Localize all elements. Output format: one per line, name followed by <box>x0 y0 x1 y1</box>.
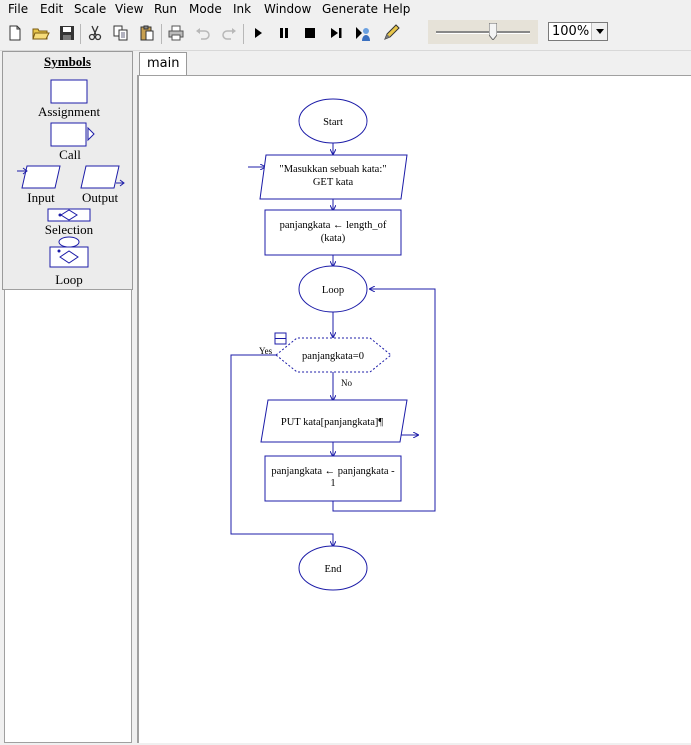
call-symbol[interactable] <box>50 122 95 147</box>
input-get-text: GET kata <box>313 177 354 188</box>
menu-scale[interactable]: Scale <box>72 1 108 17</box>
menu-bar: File Edit Scale View Run Mode Ink Window… <box>0 0 691 18</box>
tab-main[interactable]: main <box>139 52 187 75</box>
assignment-decrement-line1: panjangkata ← panjangkata - <box>271 466 395 477</box>
input-label: Input <box>27 190 55 205</box>
variables-list[interactable] <box>4 289 132 743</box>
paste-icon[interactable] <box>136 22 158 44</box>
assignment-length-line1: panjangkata ← length_of <box>280 220 387 231</box>
print-icon[interactable] <box>165 22 187 44</box>
output-text: PUT kata[panjangkata]¶ <box>281 417 383 428</box>
tutorial-icon[interactable] <box>352 22 374 44</box>
assignment-symbol[interactable] <box>50 79 88 104</box>
symbol-shapes <box>17 79 125 268</box>
assignment-length-line2: (kata) <box>321 233 346 244</box>
call-label: Call <box>59 147 81 162</box>
assignment-length-node[interactable]: panjangkata ← length_of (kata) <box>264 209 402 256</box>
output-symbol[interactable] <box>80 165 125 189</box>
end-text: End <box>325 564 343 575</box>
menu-view[interactable]: View <box>113 1 145 17</box>
menu-ink[interactable]: Ink <box>231 1 253 17</box>
output-label: Output <box>81 190 119 205</box>
collapse-toggle-icon[interactable] <box>274 332 287 345</box>
output-node[interactable]: PUT kata[panjangkata]¶ <box>260 399 408 443</box>
pen-icon[interactable] <box>380 22 402 44</box>
symbols-palette: Symbols Assignment Call Input Output Sel… <box>2 51 133 290</box>
flowchart-canvas[interactable]: Start "Masukkan sebuah kata:" GET kata p… <box>137 75 691 743</box>
no-label: No <box>341 378 352 388</box>
pause-icon[interactable] <box>273 22 295 44</box>
symbols-panel: Symbols Assignment Call Input Output Sel… <box>2 51 133 744</box>
input-symbol[interactable] <box>17 165 61 189</box>
undo-icon[interactable] <box>192 22 214 44</box>
play-icon[interactable] <box>247 22 269 44</box>
zoom-value: 100% <box>552 24 590 39</box>
assignment-decrement-line2: 1 <box>330 478 335 489</box>
yes-label: Yes <box>259 346 273 356</box>
loop-node[interactable]: Loop <box>298 265 368 313</box>
loop-condition-node[interactable]: panjangkata=0 Yes No <box>259 337 392 388</box>
menu-run[interactable]: Run <box>152 1 179 17</box>
condition-text: panjangkata=0 <box>302 351 364 362</box>
loop-text: Loop <box>322 285 344 296</box>
toolbar: 100% <box>0 18 691 51</box>
redo-icon[interactable] <box>218 22 240 44</box>
start-text: Start <box>323 117 343 128</box>
open-icon[interactable] <box>30 22 52 44</box>
save-icon[interactable] <box>56 22 78 44</box>
copy-icon[interactable] <box>110 22 132 44</box>
assignment-decrement-node[interactable]: panjangkata ← panjangkata - 1 <box>264 455 402 502</box>
menu-mode[interactable]: Mode <box>187 1 224 17</box>
slider-thumb[interactable] <box>488 22 498 41</box>
loop-label: Loop <box>55 272 83 287</box>
menu-file[interactable]: File <box>6 1 30 17</box>
menu-edit[interactable]: Edit <box>38 1 65 17</box>
start-terminal[interactable]: Start <box>298 98 368 144</box>
zoom-slider[interactable] <box>428 20 538 44</box>
menu-window[interactable]: Window <box>262 1 313 17</box>
step-icon[interactable] <box>325 22 347 44</box>
input-prompt-text: "Masukkan sebuah kata:" <box>279 164 386 175</box>
new-icon[interactable] <box>4 22 26 44</box>
tabs-bar: main <box>137 51 691 75</box>
cut-icon[interactable] <box>84 22 106 44</box>
chevron-down-icon[interactable] <box>591 23 607 40</box>
selection-label: Selection <box>44 222 94 237</box>
assignment-label: Assignment <box>37 104 101 119</box>
input-node[interactable]: "Masukkan sebuah kata:" GET kata <box>259 154 408 200</box>
menu-generate[interactable]: Generate <box>320 1 380 17</box>
flowchart: Start "Masukkan sebuah kata:" GET kata p… <box>230 98 436 591</box>
selection-symbol[interactable] <box>47 208 91 222</box>
stop-icon[interactable] <box>299 22 321 44</box>
zoom-select[interactable]: 100% <box>548 22 608 41</box>
menu-help[interactable]: Help <box>381 1 412 17</box>
loop-symbol[interactable] <box>49 236 89 268</box>
end-terminal[interactable]: End <box>298 545 368 591</box>
